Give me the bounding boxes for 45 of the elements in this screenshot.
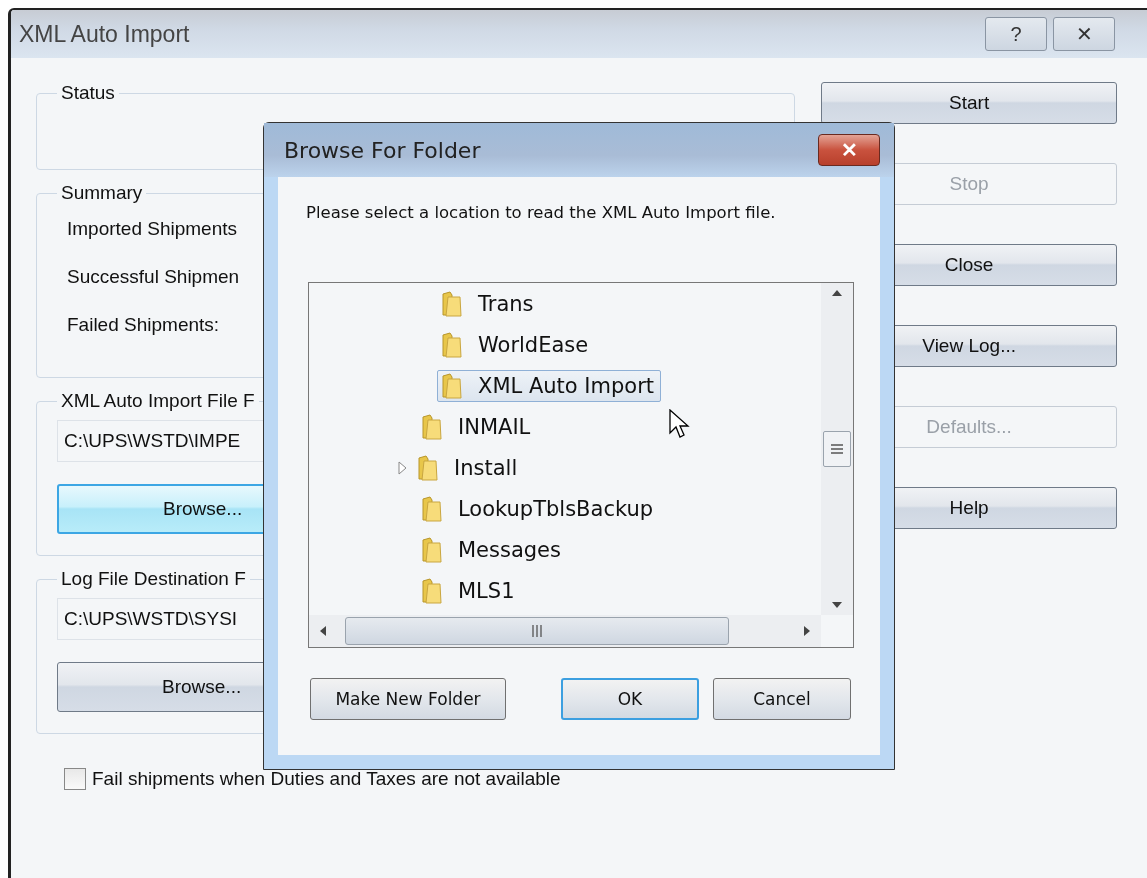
group-title: XML Auto Import File F <box>60 390 256 412</box>
help-button[interactable]: ? <box>985 17 1047 51</box>
folder-item[interactable]: Messages <box>417 533 568 566</box>
dialog-button[interactable]: Make New Folder <box>310 678 506 720</box>
folder-icon <box>440 290 464 317</box>
scroll-left-icon[interactable] <box>319 625 327 637</box>
dialog-message: Please select a location to read the XML Auto Import file. <box>306 203 777 222</box>
scroll-up-icon[interactable] <box>831 289 843 297</box>
folder-icon <box>420 495 444 522</box>
dialog-button[interactable]: Cancel <box>713 678 851 720</box>
folder-item[interactable]: LookupTblsBackup <box>417 492 661 525</box>
checkbox[interactable] <box>64 768 86 790</box>
folder-item[interactable]: XML Auto Import <box>437 369 661 402</box>
grip-icon[interactable] <box>531 624 543 638</box>
close-button[interactable]: ✕ <box>1053 17 1115 51</box>
folder-item[interactable]: Install <box>395 451 525 484</box>
folder-item[interactable]: WorldEase <box>437 328 596 361</box>
folder-icon <box>416 454 440 481</box>
scroll-right-icon[interactable] <box>803 625 811 637</box>
summary-label: Successful Shipmen <box>67 266 240 289</box>
folder-item[interactable]: INMAIL <box>417 410 538 443</box>
checkbox-label[interactable]: Fail shipments when Duties and Taxes are not available <box>92 768 561 790</box>
horizontal-scrollbar[interactable] <box>309 615 821 647</box>
folder-item[interactable]: Trans <box>437 287 541 320</box>
summary-label: Failed Shipments: <box>67 314 220 337</box>
pointer-icon <box>669 409 691 441</box>
window-title: XML Auto Import <box>19 20 190 48</box>
folder-item[interactable]: MLS1 <box>417 574 522 607</box>
folder-icon <box>440 372 464 399</box>
grip-icon[interactable] <box>830 443 844 455</box>
expand-arrow-icon[interactable] <box>398 459 408 476</box>
dialog-button[interactable]: OK <box>561 678 699 720</box>
folder-icon <box>420 413 444 440</box>
side-button[interactable]: Start <box>821 82 1117 124</box>
vertical-scrollbar[interactable] <box>821 283 853 615</box>
folder-icon <box>440 331 464 358</box>
folder-icon <box>420 577 444 604</box>
folder-icon <box>420 536 444 563</box>
group-title: Status <box>60 82 116 104</box>
scroll-down-icon[interactable] <box>831 601 843 609</box>
group-title: Summary <box>60 182 144 204</box>
close-button[interactable]: ✕ <box>818 134 880 166</box>
summary-label: Imported Shipments <box>67 218 238 241</box>
group-title: Log File Destination F <box>60 568 247 590</box>
dialog-title: Browse For Folder <box>284 137 481 163</box>
